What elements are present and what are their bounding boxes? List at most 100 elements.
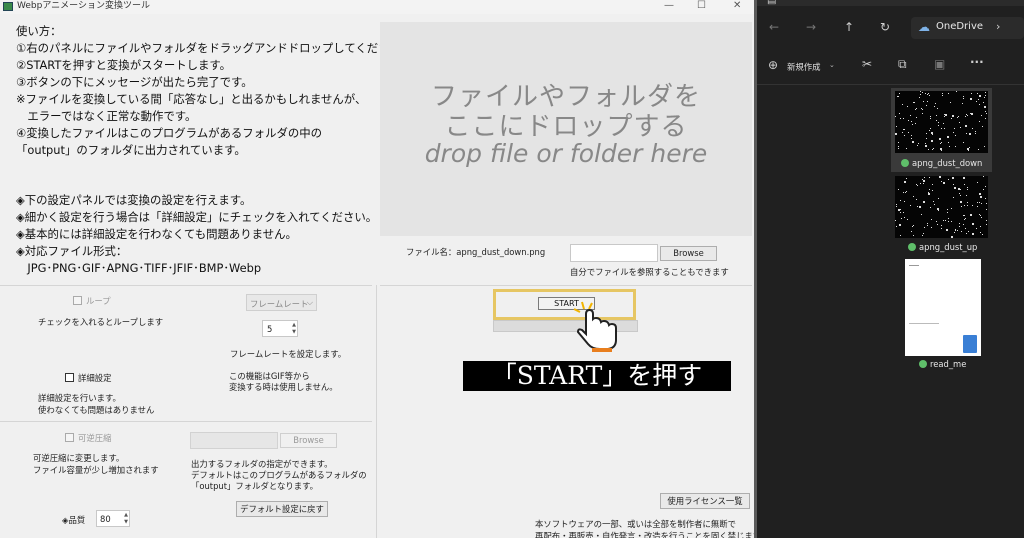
file-thumbnail[interactable] (895, 176, 988, 238)
quality-stepper[interactable]: 80 ▲ ▼ (96, 510, 130, 527)
dust-speck (980, 226, 981, 227)
forward-icon[interactable]: → (806, 20, 816, 34)
app-icon (3, 2, 13, 11)
breadcrumb-location[interactable]: OneDrive (936, 21, 983, 32)
dust-speck (955, 146, 956, 147)
lossless-label: 可逆圧縮 (78, 433, 112, 443)
maximize-button[interactable]: ☐ (697, 0, 706, 12)
divider (0, 421, 372, 422)
file-path-input[interactable] (570, 244, 658, 262)
divider (757, 84, 1024, 85)
stepper-up-icon[interactable]: ▲ (292, 322, 296, 328)
dust-speck (932, 134, 933, 135)
dust-speck (938, 122, 939, 123)
dust-speck (898, 189, 899, 190)
dust-speck (979, 104, 980, 105)
instructions: 使い方： ①右のパネルにファイルやフォルダをドラッグアンドドロップしてください。… (16, 23, 412, 159)
minimize-button[interactable]: — (664, 0, 674, 12)
close-button[interactable]: ✕ (733, 0, 741, 12)
dust-speck (984, 146, 985, 147)
note-line: ◈細かく設定を行う場合は「詳細設定」にチェックを入れてください。 (16, 210, 378, 224)
dust-speck (930, 128, 931, 129)
up-icon[interactable]: ↑ (844, 20, 854, 34)
gif-note: 変換する時は使用しません。 (229, 382, 338, 392)
dust-speck (896, 126, 897, 127)
reset-defaults-button[interactable]: デフォルト設定に戻す (236, 501, 328, 517)
paste-icon[interactable]: ▣ (934, 57, 945, 71)
dust-speck (937, 224, 938, 225)
framerate-stepper[interactable]: 5 ▲ ▼ (262, 320, 298, 337)
stepper-down-icon[interactable]: ▼ (124, 519, 128, 525)
instruction-line: ④変換したファイルはこのプログラムがあるフォルダの中の (16, 126, 323, 140)
dust-speck (981, 203, 982, 204)
drop-zone-text-2: ここにドロップする (444, 112, 688, 142)
divider (0, 285, 372, 286)
license-button[interactable]: 使用ライセンス一覧 (660, 493, 750, 509)
dust-speck (928, 93, 929, 94)
lossless-checkbox[interactable] (65, 433, 74, 442)
dust-speck (957, 230, 958, 231)
dust-speck (928, 149, 929, 150)
dust-speck (927, 101, 928, 102)
dust-speck (954, 128, 955, 129)
more-icon[interactable]: ··· (970, 55, 984, 69)
refresh-icon[interactable]: ↻ (880, 20, 890, 34)
chevron-down-icon: ⌄ (829, 61, 835, 69)
copy-icon[interactable]: ⧉ (898, 57, 907, 72)
stepper-up-icon[interactable]: ▲ (124, 512, 128, 518)
dust-speck (900, 212, 901, 213)
dust-speck (959, 193, 960, 194)
dust-speck (959, 223, 960, 224)
dust-speck (965, 116, 966, 117)
instruction-line: ※ファイルを変換している間「応答なし」と出るかもしれませんが、 (16, 92, 367, 106)
dust-speck (938, 210, 939, 211)
dust-speck (971, 93, 972, 94)
dust-speck (900, 209, 901, 210)
dust-speck (941, 225, 942, 226)
output-browse-button[interactable]: Browse (280, 433, 337, 448)
dust-speck (964, 219, 965, 220)
hand-pointer-icon (573, 301, 617, 352)
cut-icon[interactable]: ✂ (862, 57, 872, 71)
output-folder-input[interactable] (190, 432, 278, 449)
file-thumbnail[interactable] (905, 259, 981, 356)
dust-speck (977, 93, 978, 94)
dust-speck (936, 115, 937, 116)
dust-speck (985, 198, 986, 199)
dust-speck (986, 220, 987, 221)
dust-speck (970, 214, 972, 216)
dust-speck (903, 212, 904, 213)
dust-speck (912, 141, 914, 143)
divider (380, 285, 752, 286)
dust-speck (967, 148, 969, 150)
stepper-down-icon[interactable]: ▼ (292, 329, 296, 335)
instruction-line: 「output」のフォルダに出力されています。 (16, 143, 246, 157)
dust-speck (977, 202, 978, 203)
dust-speck (931, 132, 933, 134)
dust-speck (940, 149, 941, 150)
drop-zone[interactable]: ファイルやフォルダを ここにドロップする drop file or folder… (380, 22, 752, 236)
dust-speck (945, 114, 947, 116)
dust-speck (937, 208, 939, 210)
dust-speck (985, 118, 986, 119)
dust-speck (979, 202, 980, 203)
loop-checkbox[interactable] (73, 296, 82, 305)
back-icon[interactable]: ← (769, 20, 779, 34)
instruction-line: 使い方： (16, 24, 62, 38)
dust-speck (983, 102, 984, 103)
dust-speck (904, 181, 906, 183)
dust-speck (932, 190, 933, 191)
instruction-line: エラーではなく正常な動作です。 (16, 109, 197, 123)
dust-speck (983, 176, 984, 177)
framerate-select[interactable]: フレームレート ⌵ (246, 294, 317, 311)
dust-speck (934, 204, 935, 205)
new-button[interactable]: 新規作成 (787, 61, 821, 73)
dust-speck (941, 128, 942, 129)
advanced-checkbox[interactable] (65, 373, 74, 382)
address-bar[interactable]: ☁ OneDrive › (911, 17, 1024, 39)
dust-speck (982, 234, 983, 235)
dust-speck (933, 201, 934, 202)
window-title: Webpアニメーション変換ツール (17, 1, 150, 11)
dust-speck (972, 128, 973, 129)
file-browse-button[interactable]: Browse (660, 246, 717, 261)
